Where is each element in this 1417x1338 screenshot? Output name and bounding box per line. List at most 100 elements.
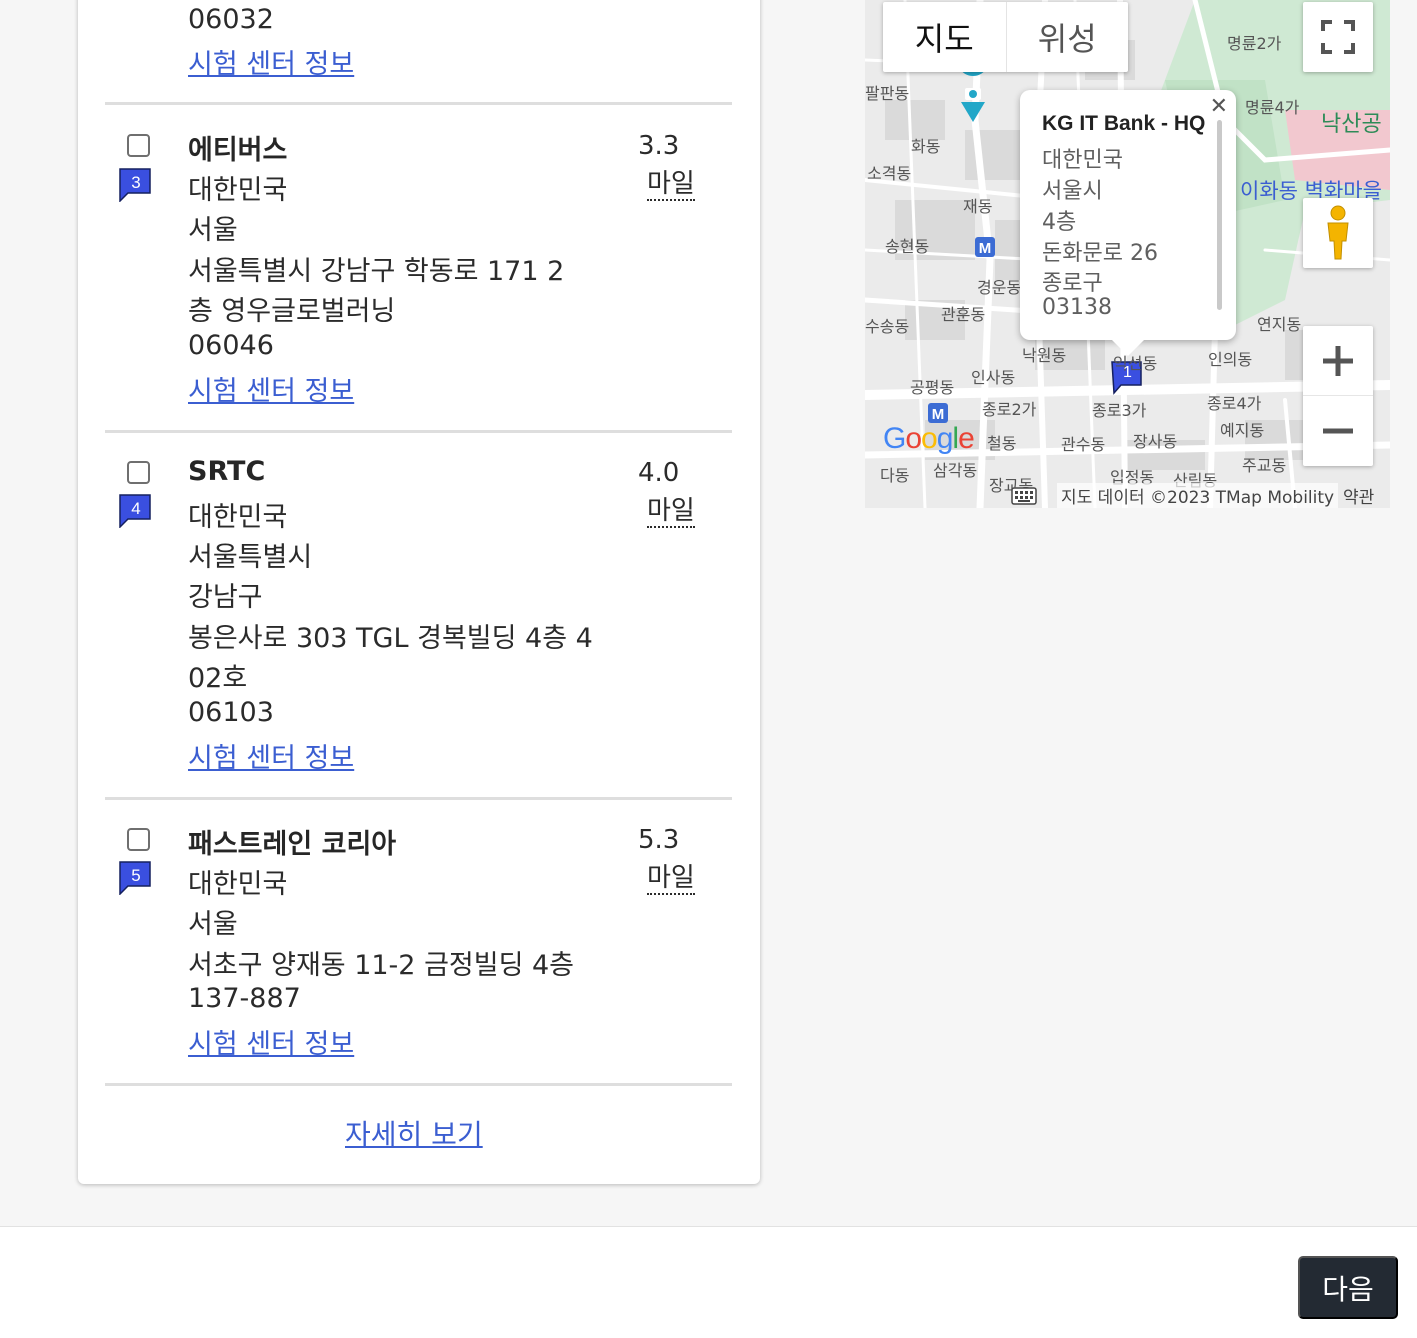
- address-line: 02호: [188, 663, 248, 694]
- address-line: 서울: [188, 909, 238, 940]
- select-checkbox[interactable]: [127, 134, 150, 157]
- address-line: 서울특별시 강남구 학동로 171 2: [188, 256, 565, 287]
- map-label: 종로2가: [982, 400, 1037, 419]
- map-type-map-button[interactable]: 지도: [883, 2, 1006, 72]
- info-window-line: 대한민국: [1042, 148, 1123, 173]
- map-label: 철동: [987, 434, 1017, 453]
- map-label: 관훈동: [941, 305, 986, 324]
- postal-code: 06046: [188, 330, 274, 361]
- map-label: 명륜2가: [1227, 34, 1282, 53]
- distance-value: 4.0: [638, 458, 680, 488]
- map-type-satellite-button[interactable]: 위성: [1005, 2, 1129, 72]
- pegman-icon: [1327, 205, 1349, 260]
- svg-text:M: M: [979, 240, 992, 257]
- map-label: 인의동: [1208, 350, 1253, 369]
- footer-bar: 다음: [0, 1226, 1417, 1338]
- map-label: 경운동: [977, 278, 1022, 297]
- address-line: 서울특별시: [188, 542, 313, 573]
- map-label: 화동: [911, 137, 941, 156]
- next-button[interactable]: 다음: [1298, 1256, 1398, 1319]
- info-window-line: 종로구: [1042, 271, 1103, 296]
- map-label: 명륜4가: [1245, 98, 1300, 117]
- close-icon[interactable]: ✕: [1210, 94, 1228, 119]
- info-window-line: 서울시: [1042, 179, 1103, 204]
- map-label: 팔판동: [865, 84, 910, 103]
- center-name: SRTC: [188, 456, 266, 487]
- map-label: 공평동: [910, 378, 955, 397]
- distance-unit: 마일: [647, 863, 695, 895]
- see-more-link[interactable]: 자세히 보기: [345, 1113, 483, 1153]
- map-label: 소격동: [867, 164, 912, 183]
- fullscreen-icon: [1321, 20, 1355, 54]
- svg-text:M: M: [932, 406, 945, 423]
- map-label: 삼각동: [933, 461, 978, 480]
- info-window: KG IT Bank - HQ 대한민국 서울시 4층 돈화문로 26 종로구 …: [1020, 90, 1236, 356]
- map-label: 종로4가: [1207, 394, 1262, 413]
- info-window-line: 돈화문로 26: [1042, 241, 1158, 266]
- map-label: 재동: [963, 197, 993, 216]
- postal-code: 06103: [188, 697, 274, 728]
- map-label: 종로3가: [1092, 401, 1147, 420]
- distance-unit: 마일: [647, 169, 695, 201]
- map[interactable]: M M 명륜2가 명륜4가 낙산공 이화동 벽화마을 팔판동 화동 소격동 재동…: [865, 0, 1390, 508]
- address-line: 대한민국: [188, 869, 288, 900]
- center-name: 에티버스: [188, 135, 288, 166]
- map-label: 관수동: [1061, 435, 1106, 454]
- minus-icon: [1323, 428, 1353, 434]
- zoom-out-button[interactable]: [1303, 396, 1373, 466]
- address-line: 서초구 양재동 11-2 금정빌딩 4층: [188, 950, 575, 981]
- info-window-line: 4층: [1042, 210, 1077, 235]
- postal-code: 137-887: [188, 983, 301, 1014]
- address-line: 대한민국: [188, 502, 288, 533]
- zoom-control: [1303, 326, 1373, 466]
- fullscreen-button[interactable]: [1303, 2, 1373, 72]
- map-label: 연지동: [1257, 315, 1302, 334]
- info-window-scrollbar[interactable]: [1217, 120, 1222, 310]
- map-attribution: 지도 데이터 ©2023 TMap Mobility: [1057, 483, 1339, 508]
- map-label: 수송동: [865, 317, 910, 336]
- address-line: 봉은사로 303 TGL 경복빌딩 4층 4: [188, 623, 593, 654]
- zoom-in-button[interactable]: [1303, 326, 1373, 396]
- marker-flag-icon: 4: [119, 494, 151, 528]
- svg-text:3: 3: [131, 173, 140, 192]
- map-label: 낙원동: [1022, 346, 1067, 365]
- map-type-control: 지도 위성: [883, 2, 1128, 72]
- info-window-line: 03138: [1042, 295, 1112, 320]
- map-label: 다동: [880, 466, 910, 485]
- center-info-link[interactable]: 시험 센터 정보: [188, 1022, 354, 1061]
- address-line: 서울: [188, 215, 238, 246]
- map-label: 송현동: [885, 237, 930, 256]
- street-view-button[interactable]: [1303, 198, 1373, 268]
- map-label: 낙산공: [1321, 112, 1382, 137]
- divider: [105, 797, 732, 800]
- select-checkbox[interactable]: [127, 461, 150, 484]
- center-info-link[interactable]: 시험 센터 정보: [188, 369, 354, 408]
- divider: [105, 102, 732, 105]
- center-info-link[interactable]: 시험 센터 정보: [188, 736, 354, 775]
- map-label: 인사동: [971, 368, 1016, 387]
- map-label: 주교동: [1242, 456, 1287, 475]
- divider: [105, 1083, 732, 1086]
- marker-flag-icon: 5: [119, 861, 151, 895]
- keyboard-icon[interactable]: [1011, 487, 1037, 505]
- distance-unit: 마일: [647, 496, 695, 528]
- info-window-tip: [1110, 338, 1146, 356]
- info-window-title: KG IT Bank - HQ: [1042, 112, 1206, 135]
- address-line: 대한민국: [188, 175, 288, 206]
- prev-postal-code: 06032: [188, 4, 274, 35]
- plus-icon: [1323, 345, 1353, 376]
- svg-text:5: 5: [131, 866, 140, 885]
- marker-flag-icon: 3: [119, 168, 151, 202]
- map-terms-link[interactable]: 약관: [1343, 483, 1374, 508]
- center-name: 패스트레인 코리아: [188, 829, 397, 860]
- distance-value: 3.3: [638, 131, 680, 161]
- divider: [105, 430, 732, 433]
- distance-value: 5.3: [638, 825, 680, 855]
- google-logo: Google: [883, 422, 975, 455]
- map-label: 예지동: [1220, 421, 1265, 440]
- address-line: 강남구: [188, 582, 263, 613]
- prev-info-link[interactable]: 시험 센터 정보: [188, 42, 354, 81]
- address-line: 층 영우글로벌러닝: [188, 296, 396, 327]
- select-checkbox[interactable]: [127, 828, 150, 851]
- map-label: 장사동: [1133, 432, 1178, 451]
